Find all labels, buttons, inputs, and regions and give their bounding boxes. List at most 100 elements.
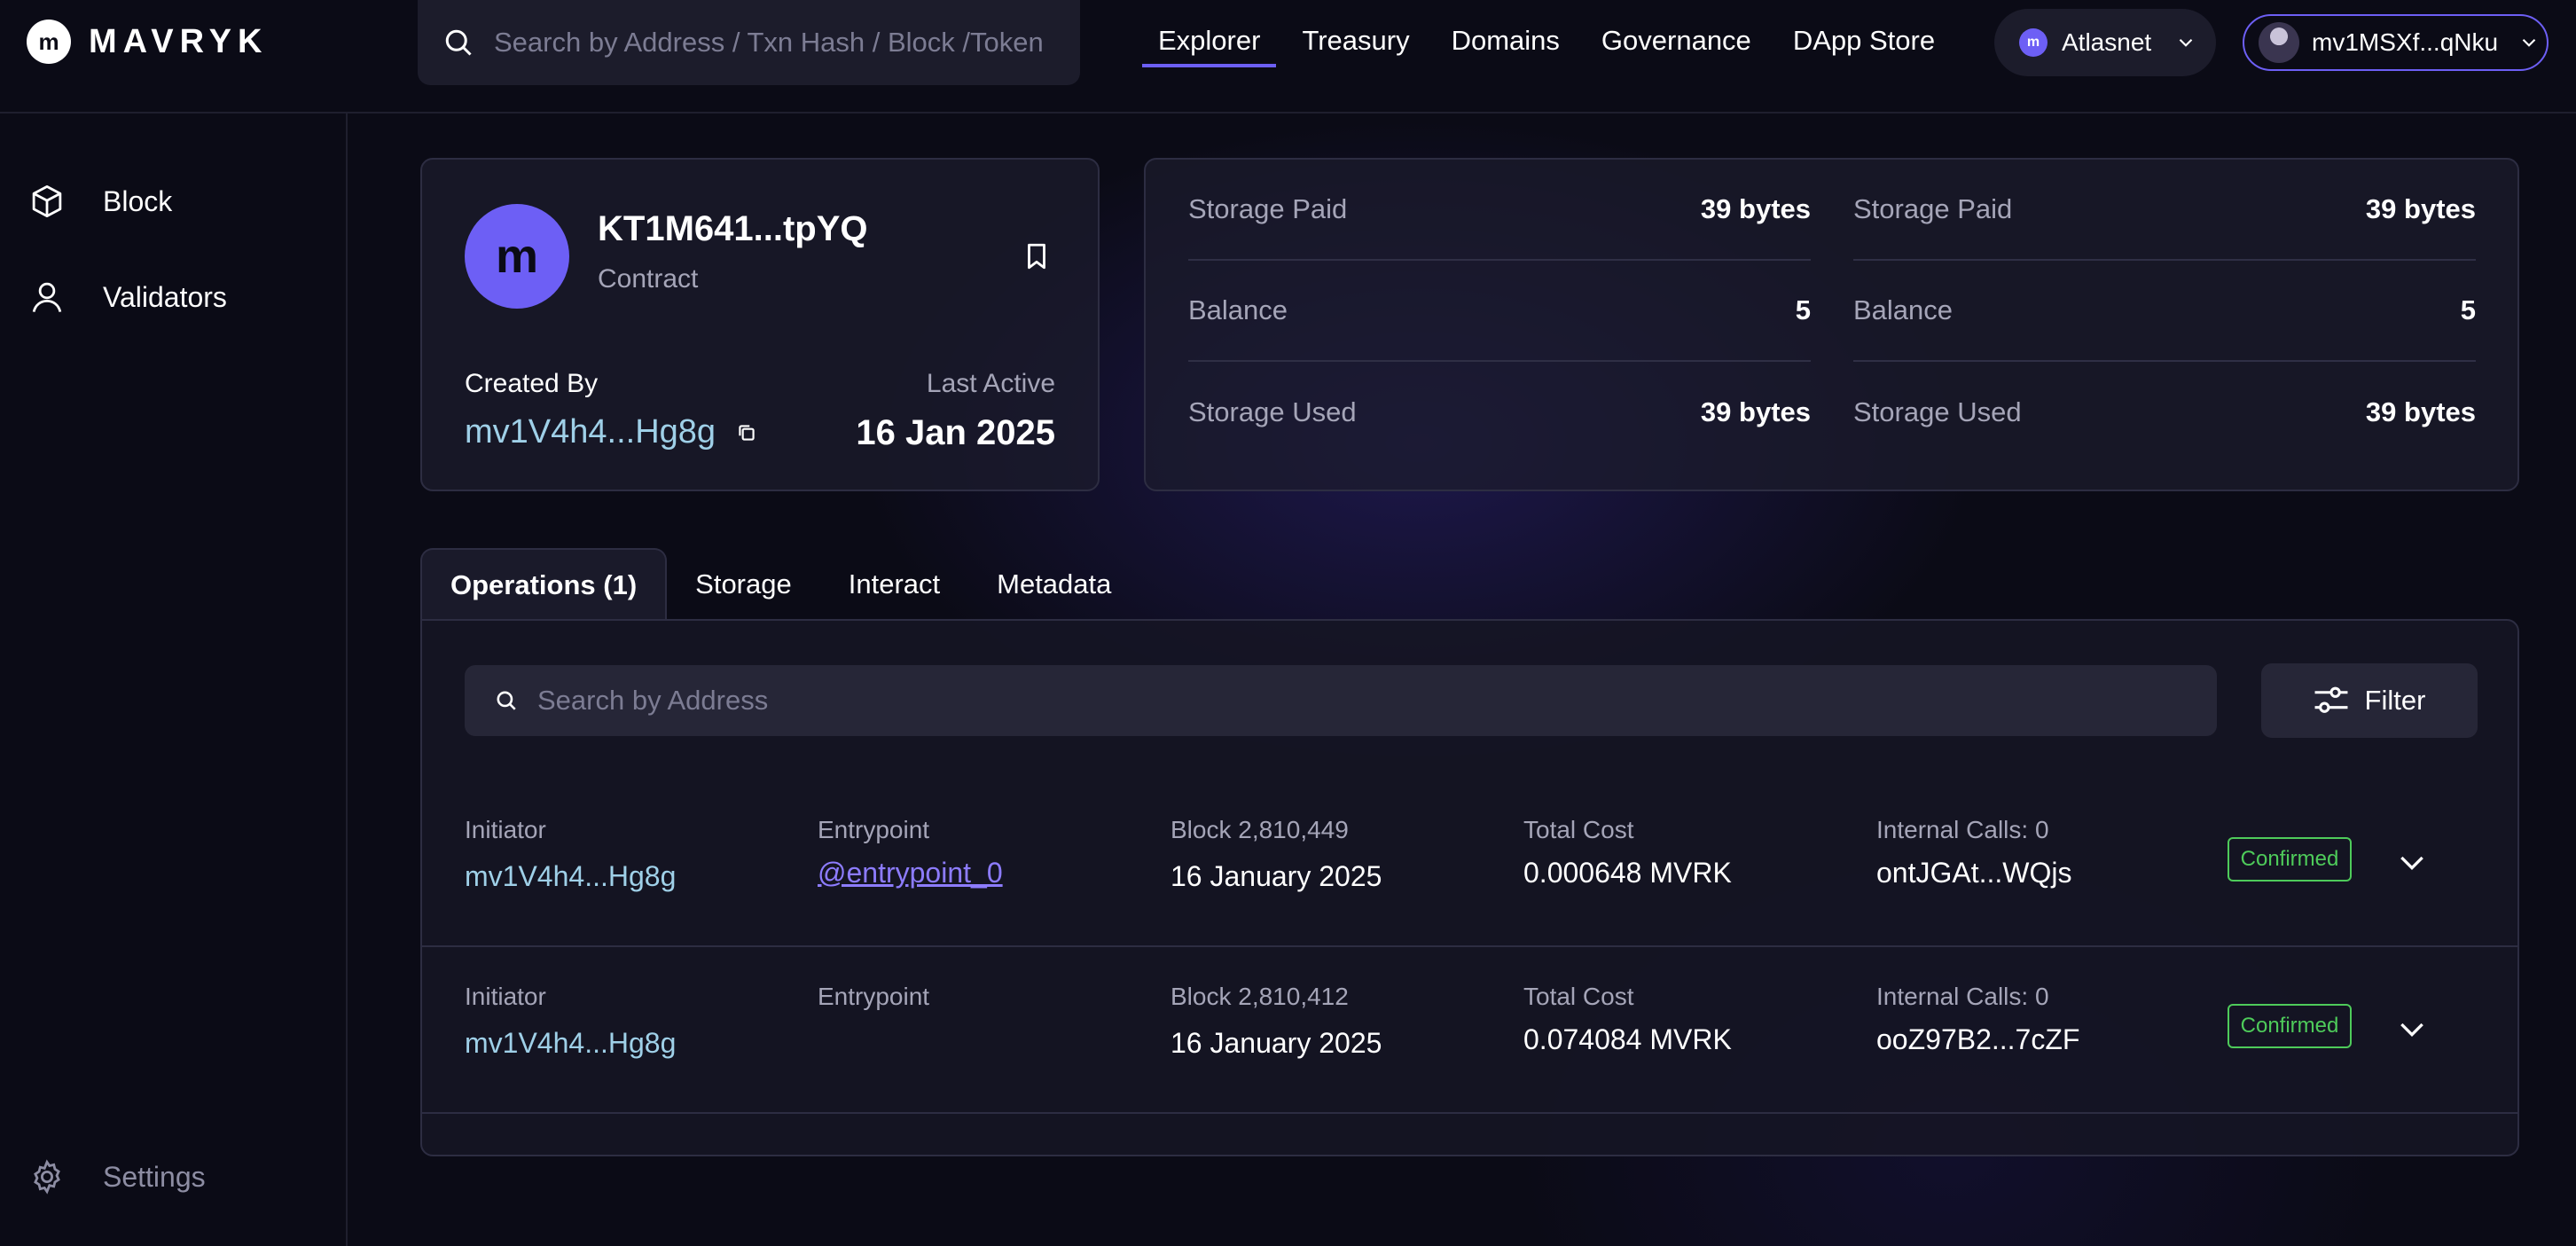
sidebar-item-label: Settings — [103, 1160, 206, 1193]
network-selector[interactable]: m Atlasnet — [1994, 9, 2216, 76]
stat-value: 39 bytes — [2365, 193, 2476, 224]
storage-stats-card: Storage Paid 39 bytes Balance 5 Storage … — [1144, 158, 2519, 491]
contract-address: KT1M641...tpYQ — [598, 209, 868, 248]
wallet-address: mv1MSXf...qNku — [2312, 28, 2499, 56]
nav-domains[interactable]: Domains — [1452, 25, 1560, 67]
sidebar-item-settings[interactable]: Settings — [28, 1158, 206, 1195]
copy-icon[interactable] — [735, 421, 758, 444]
internal-calls-label: Internal Calls: 0 — [1876, 983, 2049, 1010]
block-cell: Block 2,810,412 16 January 2025 — [1171, 983, 1382, 1060]
stat-row: Storage Paid 39 bytes — [1853, 160, 2476, 261]
stat-row: Storage Paid 39 bytes — [1188, 160, 1811, 261]
nav-dapp-store[interactable]: DApp Store — [1793, 25, 1935, 67]
sliders-icon — [2314, 686, 2348, 713]
chevron-down-icon — [2400, 856, 2423, 871]
wallet-button[interactable]: mv1MSXf...qNku — [2243, 14, 2549, 71]
tab-operations[interactable]: Operations (1) — [420, 548, 668, 621]
operations-panel: Filter Initiator mv1V4h4...Hg8g Entrypoi… — [420, 619, 2519, 1156]
nav-treasury[interactable]: Treasury — [1302, 25, 1409, 67]
network-label: Atlasnet — [2062, 28, 2152, 56]
bookmark-button[interactable] — [1022, 239, 1052, 278]
calls-cell: Internal Calls: 0 ooZ97B2...7cZF — [1876, 983, 2079, 1056]
stat-label: Storage Paid — [1853, 193, 2013, 224]
tab-storage[interactable]: Storage — [667, 548, 820, 621]
chevron-down-icon — [2400, 1023, 2423, 1038]
initiator-label: Initiator — [465, 983, 546, 1010]
sidebar-item-label: Validators — [103, 280, 227, 313]
entrypoint-cell: Entrypoint — [818, 983, 929, 1023]
status-badge: Confirmed — [2228, 1004, 2352, 1048]
chevron-down-icon — [2179, 38, 2193, 47]
stats-column-left: Storage Paid 39 bytes Balance 5 Storage … — [1188, 160, 1811, 463]
nav-governance[interactable]: Governance — [1601, 25, 1751, 67]
sidebar-item-label: Block — [103, 184, 173, 217]
operations-search-input[interactable] — [537, 685, 2134, 717]
stat-label: Balance — [1853, 294, 1954, 325]
expand-row-button[interactable] — [2394, 1011, 2430, 1051]
stat-row: Balance 5 — [1853, 261, 2476, 362]
stat-value: 39 bytes — [2365, 396, 2476, 427]
global-search — [418, 0, 1080, 85]
initiator-label: Initiator — [465, 816, 546, 843]
created-by-address[interactable]: mv1V4h4...Hg8g — [465, 413, 716, 451]
cost-value: 0.000648 MVRK — [1523, 857, 1732, 889]
nav-explorer[interactable]: Explorer — [1142, 25, 1277, 67]
operation-hash[interactable]: ooZ97B2...7cZF — [1876, 1023, 2079, 1056]
chevron-down-icon — [2522, 38, 2536, 47]
internal-calls-label: Internal Calls: 0 — [1876, 816, 2049, 843]
stat-row: Storage Used 39 bytes — [1188, 362, 1811, 463]
operations-search — [465, 665, 2217, 736]
stat-label: Storage Paid — [1188, 193, 1348, 224]
operation-row[interactable]: Initiator mv1V4h4...Hg8g Entrypoint Bloc… — [422, 947, 2517, 1114]
user-icon — [32, 282, 62, 313]
top-header: m MAVRYK Explorer Treasury Domains Gover… — [0, 0, 2576, 114]
operation-row[interactable]: Initiator mv1V4h4...Hg8g Entrypoint @ent… — [422, 780, 2517, 947]
stat-value: 5 — [1795, 294, 1811, 325]
stat-value: 39 bytes — [1700, 193, 1811, 224]
cube-icon — [32, 184, 62, 218]
stat-value: 5 — [2460, 294, 2476, 325]
mavryk-logo[interactable]: m MAVRYK — [27, 20, 268, 64]
tab-metadata[interactable]: Metadata — [968, 548, 1139, 621]
filter-button[interactable]: Filter — [2261, 663, 2478, 738]
global-search-input[interactable] — [494, 27, 1061, 59]
calls-cell: Internal Calls: 0 ontJGAt...WQjs — [1876, 816, 2071, 889]
entrypoint-label: Entrypoint — [818, 983, 930, 1010]
cost-label: Total Cost — [1523, 816, 1634, 843]
tab-interact[interactable]: Interact — [820, 548, 968, 621]
last-active-date: 16 Jan 2025 — [856, 413, 1055, 452]
cost-cell: Total Cost 0.074084 MVRK — [1523, 983, 1732, 1056]
stats-column-right: Storage Paid 39 bytes Balance 5 Storage … — [1853, 160, 2476, 463]
expand-row-button[interactable] — [2394, 844, 2430, 884]
contract-type: Contract — [598, 264, 699, 294]
gear-icon — [34, 1159, 60, 1195]
created-by: mv1V4h4...Hg8g — [465, 413, 758, 451]
cost-cell: Total Cost 0.000648 MVRK — [1523, 816, 1732, 889]
contract-avatar: m — [465, 204, 569, 309]
block-label: Block 2,810,449 — [1171, 816, 1349, 843]
operation-hash[interactable]: ontJGAt...WQjs — [1876, 857, 2071, 889]
stat-label: Storage Used — [1853, 396, 2022, 427]
stat-value: 39 bytes — [1700, 396, 1811, 427]
sidebar-item-validators[interactable]: Validators — [28, 278, 227, 316]
created-by-label: Created By — [465, 369, 599, 398]
stat-row: Storage Used 39 bytes — [1853, 362, 2476, 463]
wallet-avatar — [2259, 22, 2299, 63]
cost-value: 0.074084 MVRK — [1523, 1023, 1732, 1055]
entrypoint-link[interactable]: @entrypoint_0 — [818, 857, 1003, 889]
cost-label: Total Cost — [1523, 983, 1634, 1010]
block-date: 16 January 2025 — [1171, 1027, 1382, 1059]
initiator-address[interactable]: mv1V4h4...Hg8g — [465, 1027, 676, 1060]
search-icon — [445, 29, 472, 56]
network-icon: m — [2019, 28, 2047, 57]
stat-label: Storage Used — [1188, 396, 1357, 427]
sidebar-item-block[interactable]: Block — [28, 183, 172, 220]
logo-text: MAVRYK — [89, 22, 269, 60]
last-active-label: Last Active — [926, 369, 1055, 398]
initiator-address[interactable]: mv1V4h4...Hg8g — [465, 860, 676, 893]
block-cell: Block 2,810,449 16 January 2025 — [1171, 816, 1382, 893]
bookmark-icon — [1028, 243, 1045, 270]
initiator-cell: Initiator mv1V4h4...Hg8g — [465, 983, 676, 1060]
logo-mark: m — [27, 20, 71, 64]
contract-profile-card: m KT1M641...tpYQ Contract Created By mv1… — [420, 158, 1100, 491]
